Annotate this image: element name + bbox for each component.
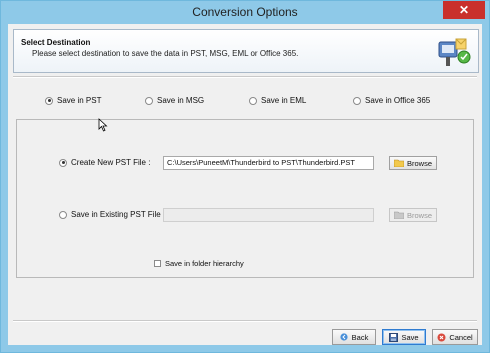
back-button[interactable]: Back bbox=[332, 329, 376, 345]
close-button[interactable]: ✕ bbox=[443, 1, 485, 19]
new-pst-path-field[interactable]: C:\Users\PuneetM\Thunderbird to PST\Thun… bbox=[163, 156, 374, 170]
mouse-cursor-icon bbox=[98, 118, 108, 132]
radio-label-eml: Save in EML bbox=[261, 96, 307, 105]
header-panel: Select Destination Please select destina… bbox=[13, 29, 479, 73]
header-description: Please select destination to save the da… bbox=[32, 49, 299, 58]
folder-hierarchy-option[interactable]: Save in folder hierarchy bbox=[154, 259, 244, 268]
browse-new-pst-button[interactable]: Browse bbox=[389, 156, 437, 170]
radio-label-office365: Save in Office 365 bbox=[365, 96, 431, 105]
cancel-x-icon bbox=[437, 333, 446, 341]
client-area: Select Destination Please select destina… bbox=[8, 24, 482, 345]
create-new-label: Create New PST File : bbox=[71, 158, 151, 167]
browse-existing-pst-button[interactable]: Browse bbox=[389, 208, 437, 222]
folder-icon bbox=[393, 211, 404, 219]
radio-button-msg[interactable] bbox=[145, 96, 153, 105]
cancel-button[interactable]: Cancel bbox=[432, 329, 478, 345]
back-arrow-icon bbox=[340, 333, 348, 341]
title-bar[interactable]: Conversion Options ✕ bbox=[1, 1, 489, 23]
folder-hierarchy-label: Save in folder hierarchy bbox=[165, 259, 244, 268]
folder-icon bbox=[393, 159, 404, 167]
radio-existing-pst[interactable]: Save in Existing PST File : bbox=[59, 210, 165, 219]
radio-save-in-pst[interactable]: Save in PST bbox=[45, 96, 101, 105]
back-label: Back bbox=[351, 332, 369, 342]
browse-label: Browse bbox=[406, 158, 432, 168]
header-separator bbox=[13, 76, 477, 78]
radio-create-new-pst[interactable]: Create New PST File : bbox=[59, 158, 150, 167]
radio-label-msg: Save in MSG bbox=[157, 96, 205, 105]
save-button[interactable]: Save bbox=[382, 329, 426, 345]
pst-options-group: Create New PST File : C:\Users\PuneetM\T… bbox=[16, 119, 474, 278]
folder-hierarchy-checkbox[interactable] bbox=[154, 260, 161, 267]
save-label: Save bbox=[401, 332, 419, 342]
radio-button-eml[interactable] bbox=[249, 96, 257, 105]
radio-save-in-office365[interactable]: Save in Office 365 bbox=[353, 96, 430, 105]
mailbox-icon bbox=[438, 38, 471, 66]
radio-button-create-new[interactable] bbox=[59, 158, 67, 167]
radio-button-existing[interactable] bbox=[59, 210, 67, 219]
radio-button-office365[interactable] bbox=[353, 96, 361, 105]
radio-label-pst: Save in PST bbox=[57, 96, 102, 105]
radio-save-in-eml[interactable]: Save in EML bbox=[249, 96, 306, 105]
existing-pst-path-field[interactable] bbox=[163, 208, 374, 222]
destination-radio-group: Save in PST Save in MSG Save in EML Save… bbox=[8, 96, 482, 110]
radio-button-pst[interactable] bbox=[45, 96, 53, 105]
cancel-label: Cancel bbox=[449, 332, 473, 342]
footer-separator bbox=[13, 320, 477, 322]
save-disk-icon bbox=[389, 332, 399, 342]
browse-label: Browse bbox=[406, 210, 432, 220]
existing-label: Save in Existing PST File : bbox=[71, 210, 166, 219]
conversion-options-window: Conversion Options ✕ Select Destination … bbox=[0, 0, 490, 353]
radio-save-in-msg[interactable]: Save in MSG bbox=[145, 96, 204, 105]
header-title: Select Destination bbox=[21, 38, 91, 47]
window-title: Conversion Options bbox=[192, 5, 298, 19]
